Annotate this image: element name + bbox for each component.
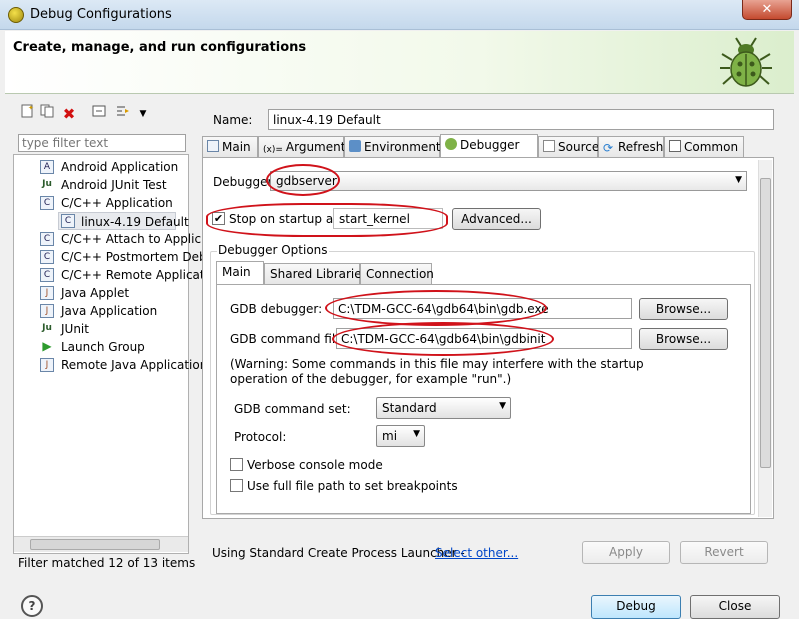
tab-debugger[interactable]: Debugger [440,134,538,159]
configurations-toolbar: ✦ ✖ ▼ [14,104,190,126]
tab-connection[interactable]: Connection [360,263,434,284]
banner-title: Create, manage, and run configurations [13,40,307,55]
filter-dropdown-icon[interactable]: ▼ [134,104,152,124]
advanced-button[interactable]: Advanced... [452,208,541,230]
protocol-label: Protocol: [234,430,287,444]
tab-refresh[interactable]: ⟳ Refresh [598,136,664,158]
c-config-icon: C [61,214,75,228]
source-icon [543,140,555,152]
gdb-command-file-field[interactable]: C:\TDM-GCC-64\gdb64\bin\gdbinit [336,328,632,349]
duplicate-icon[interactable] [38,104,56,124]
gdb-command-set-select[interactable]: Standard ▼ [376,397,511,419]
name-field[interactable] [268,109,774,130]
arguments-icon: (x)= [263,145,283,155]
environment-icon [349,140,361,152]
chevron-down-icon: ▼ [735,175,742,185]
apply-button[interactable]: Apply [582,541,670,564]
tab-shared-libraries[interactable]: Shared Libraries [264,263,368,284]
launch-group-icon: ▶ [42,339,52,353]
config-tabs: Main (x)= Arguments Environment Debugger … [202,134,774,159]
filter-input[interactable] [18,134,186,152]
tab-source[interactable]: Source [538,136,599,158]
command-file-warning: (Warning: Some commands in this file may… [230,357,644,386]
browse-gdb-debugger-button[interactable]: Browse... [639,298,728,320]
junit-icon: Ju [42,323,52,333]
gdb-debugger-field[interactable]: C:\TDM-GCC-64\gdb64\bin\gdb.exe [333,298,632,319]
c-app-icon: C [40,196,54,210]
junit-icon: Ju [42,179,52,189]
chevron-down-icon: ▼ [413,429,420,439]
protocol-select[interactable]: mi ▼ [376,425,425,447]
debugger-options-label: Debugger Options [217,243,329,257]
help-icon[interactable]: ? [21,595,43,617]
bug-icon [720,37,772,87]
eclipse-debug-icon [8,7,24,23]
c-app-icon: C [40,250,54,264]
refresh-icon: ⟳ [603,141,614,155]
debugger-select[interactable]: gdbserver ▼ [270,171,747,191]
filter-icon[interactable] [114,104,132,124]
launcher-text: Using Standard Create Process Launcher - [212,546,465,560]
tab-environment[interactable]: Environment [344,136,441,158]
verbose-console-label: Verbose console mode [247,458,383,472]
full-path-checkbox[interactable] [230,479,243,492]
gdb-command-set-label: GDB command set: [234,402,351,416]
content-scroll-thumb[interactable] [760,178,771,468]
java-app-icon: J [40,304,54,318]
revert-button[interactable]: Revert [680,541,768,564]
svg-text:✦: ✦ [28,104,34,112]
tree-item-linux-default[interactable]: C linux-4.19 Default [58,212,189,230]
gdb-debugger-label: GDB debugger: [230,302,323,316]
browse-command-file-button[interactable]: Browse... [639,328,728,350]
new-config-icon[interactable]: ✦ [18,104,36,124]
gdb-command-file-label: GDB command file: [230,332,347,346]
tab-arguments[interactable]: (x)= Arguments [258,136,352,158]
full-path-label: Use full file path to set breakpoints [247,479,458,493]
tree-scroll-thumb[interactable] [30,539,160,550]
collapse-all-icon[interactable] [90,104,108,124]
close-button[interactable]: Close [690,595,780,619]
stop-on-startup-field[interactable]: start_kernel [333,208,443,229]
name-label: Name: [213,113,253,127]
window-title: Debug Configurations [30,7,172,22]
verbose-console-checkbox[interactable] [230,458,243,471]
select-other-link[interactable]: Select other... [435,546,518,560]
stop-on-startup-checkbox[interactable]: ✔ [212,212,225,225]
chevron-down-icon: ▼ [499,401,506,411]
android-app-icon: A [40,160,54,174]
debug-button[interactable]: Debug [591,595,681,619]
main-tab-icon [207,140,219,152]
stop-on-startup-label: Stop on startup at: [229,212,342,226]
debugger-bug-icon [445,138,457,150]
tab-common[interactable]: Common [664,136,744,158]
window-close-button[interactable]: ✕ [742,0,792,20]
tab-options-main[interactable]: Main [216,261,264,285]
java-applet-icon: J [40,286,54,300]
debugger-label: Debugger: [213,175,277,189]
remote-java-icon: J [40,358,54,372]
filter-status: Filter matched 12 of 13 items [18,556,196,570]
c-app-icon: C [40,268,54,282]
delete-icon[interactable]: ✖ [60,104,78,124]
common-icon [669,140,681,152]
tab-main[interactable]: Main [202,136,258,158]
c-app-icon: C [40,232,54,246]
